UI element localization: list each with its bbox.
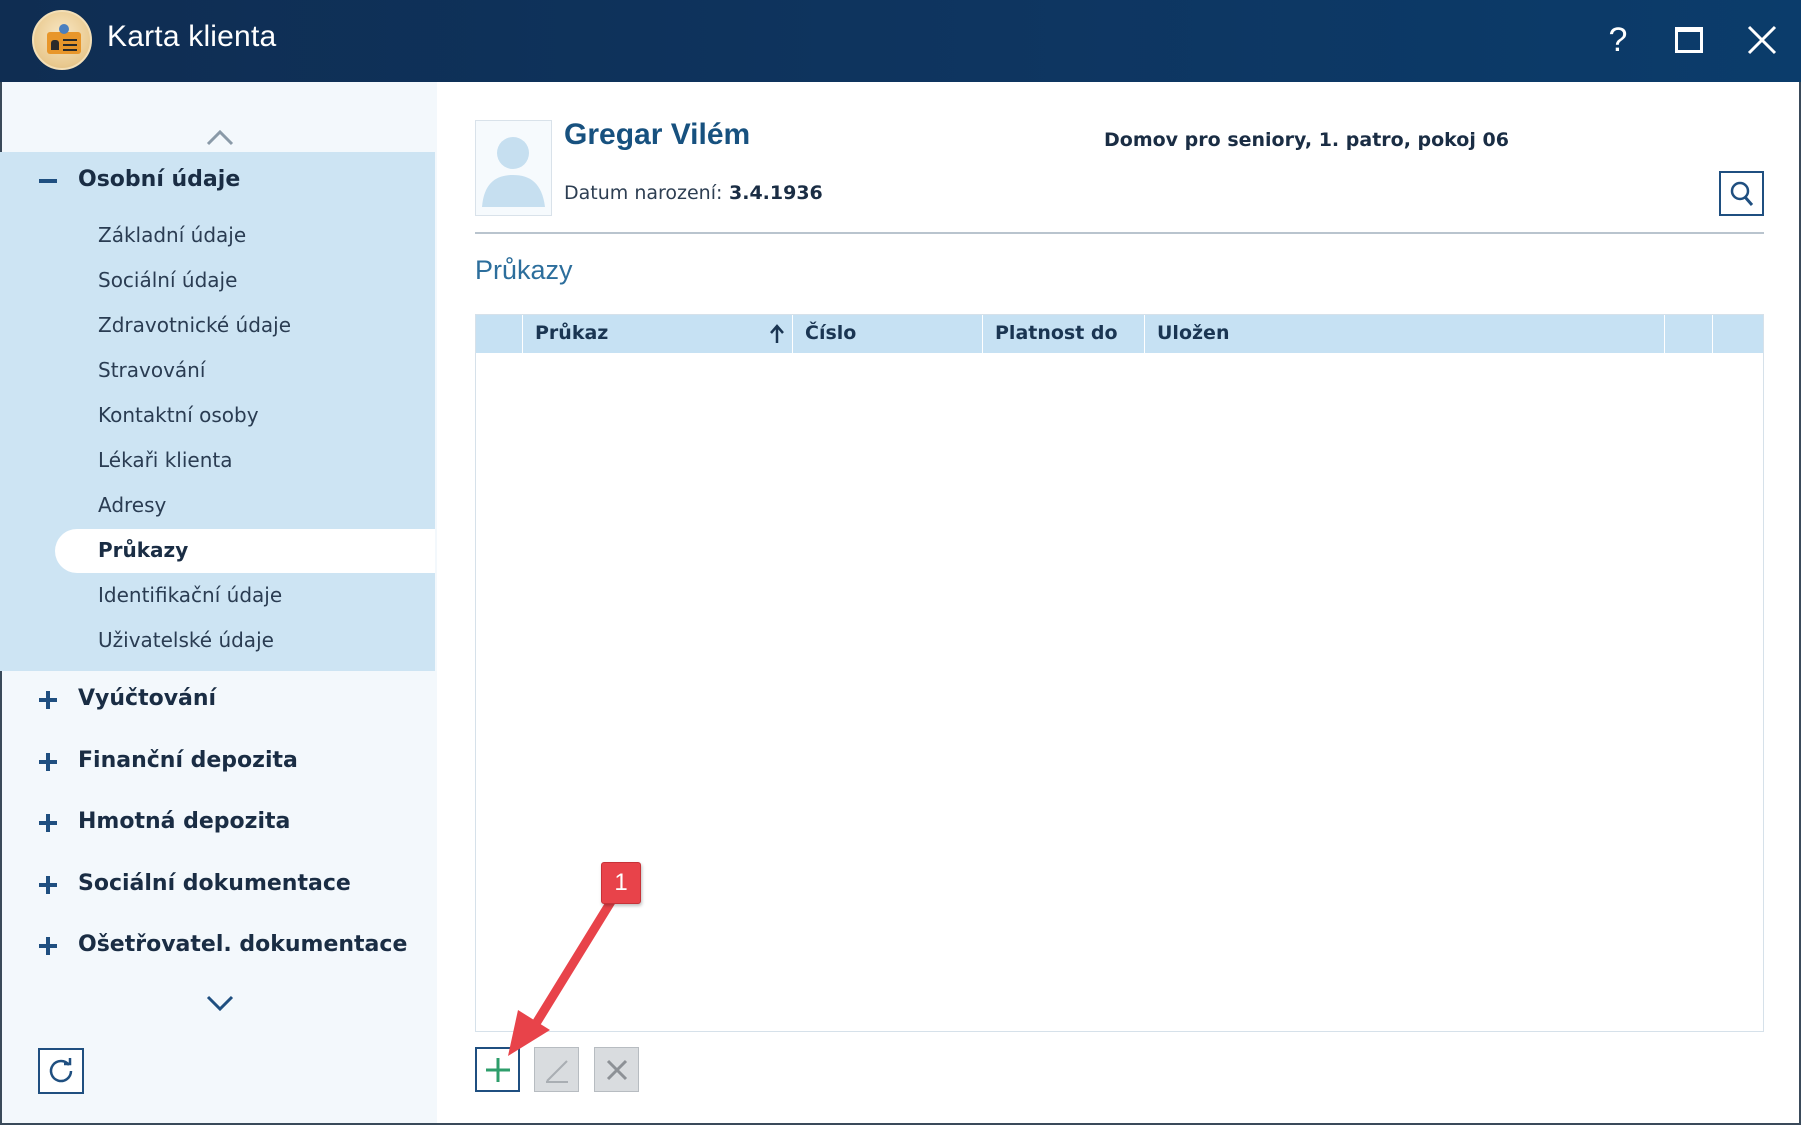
person-silhouette-icon	[482, 137, 545, 207]
sidebar-group-osetrovatel-dokumentace[interactable]: Ošetřovatel. dokumentace	[0, 920, 435, 976]
close-button[interactable]	[1737, 14, 1787, 66]
refresh-icon	[49, 1058, 73, 1083]
avatar	[475, 120, 552, 216]
plus-icon	[39, 937, 57, 955]
maximize-icon	[1675, 27, 1703, 53]
window-title: Karta klienta	[107, 20, 277, 53]
table-header: Průkaz Číslo Platnost do Uložen	[476, 315, 1763, 353]
minus-icon	[39, 179, 57, 183]
column-header-cislo[interactable]: Číslo	[793, 315, 983, 353]
sidebar-item-identifikacni-udaje[interactable]: Identifikační údaje	[0, 574, 435, 618]
birth-date-label: Datum narození:	[564, 182, 723, 204]
sidebar-item-lekari-klienta[interactable]: Lékaři klienta	[0, 439, 435, 483]
annotation-badge: 1	[601, 862, 641, 904]
pencil-icon	[545, 1059, 568, 1083]
plus-icon	[485, 1057, 510, 1082]
sidebar-item-kontaktni-osoby[interactable]: Kontaktní osoby	[0, 394, 435, 438]
sidebar-item-prukazy[interactable]: Průkazy	[55, 529, 435, 573]
plus-icon	[39, 691, 57, 709]
refresh-button[interactable]	[38, 1048, 84, 1094]
column-header-platnost-do[interactable]: Platnost do	[983, 315, 1145, 353]
maximize-button[interactable]	[1664, 14, 1714, 66]
sidebar-item-uzivatelske-udaje[interactable]: Uživatelské údaje	[0, 619, 435, 663]
plus-icon	[39, 876, 57, 894]
cards-table: Průkaz Číslo Platnost do Uložen	[475, 314, 1764, 1032]
client-card-icon	[32, 10, 92, 70]
header-divider	[475, 232, 1764, 234]
chevron-down-icon	[206, 995, 234, 1012]
help-button[interactable]: ?	[1593, 14, 1643, 66]
sidebar-group-socialni-dokumentace[interactable]: Sociální dokumentace	[0, 859, 435, 915]
column-header-selector[interactable]	[476, 315, 523, 353]
column-header-ulozen[interactable]: Uložen	[1145, 315, 1665, 353]
arrow-up-icon	[770, 324, 784, 343]
search-button[interactable]	[1719, 171, 1764, 216]
title-bar: Karta klienta ?	[0, 0, 1801, 82]
column-header-prukaz[interactable]: Průkaz	[523, 315, 793, 353]
sidebar-group-vyuctovani[interactable]: Vyúčtování	[0, 674, 435, 730]
sidebar-group-hmotna-depozita[interactable]: Hmotná depozita	[0, 797, 435, 853]
birth-date-value: 3.4.1936	[729, 182, 823, 204]
search-icon	[1730, 181, 1753, 206]
column-header-extra-2[interactable]	[1713, 315, 1763, 353]
section-title: Průkazy	[475, 255, 573, 285]
plus-icon	[39, 814, 57, 832]
sidebar-item-zakladni-udaje[interactable]: Základní údaje	[0, 214, 435, 258]
sidebar-group-header-osobni-udaje[interactable]: Osobní údaje	[0, 155, 435, 211]
sidebar-item-adresy[interactable]: Adresy	[0, 484, 435, 528]
chevron-up-icon	[206, 129, 234, 146]
cross-icon	[606, 1059, 627, 1080]
annotation-arrow	[508, 898, 617, 1056]
sidebar-group-financni-depozita[interactable]: Finanční depozita	[0, 736, 435, 792]
sidebar-item-zdravotnicke-udaje[interactable]: Zdravotnické údaje	[0, 304, 435, 348]
plus-icon	[39, 753, 57, 771]
client-name: Gregar Vilém	[564, 118, 751, 151]
column-header-extra-1[interactable]	[1665, 315, 1713, 353]
client-location: Domov pro seniory, 1. patro, pokoj 06	[1104, 129, 1509, 151]
help-icon: ?	[1608, 20, 1628, 59]
sidebar-scroll-down[interactable]	[200, 988, 240, 1018]
sidebar-scroll-up[interactable]	[200, 122, 240, 152]
sidebar-item-socialni-udaje[interactable]: Sociální údaje	[0, 259, 435, 303]
sidebar-item-stravovani[interactable]: Stravování	[0, 349, 435, 393]
close-icon	[1747, 25, 1777, 55]
